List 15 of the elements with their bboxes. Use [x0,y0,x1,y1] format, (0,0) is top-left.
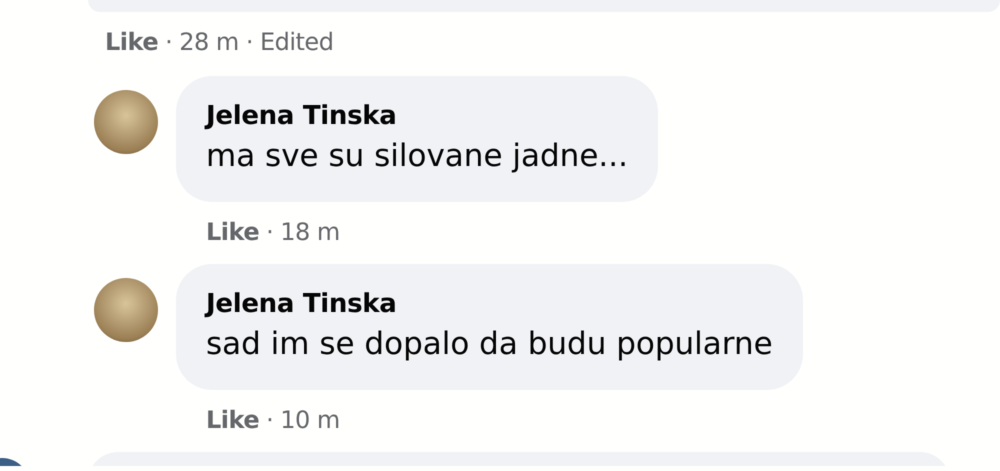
comment-time: 10 m [280,406,340,434]
comment-time: 28 m [179,28,239,56]
like-link[interactable]: Like [206,406,260,434]
author-name[interactable]: Jelena Tinska [206,286,773,322]
like-link[interactable]: Like [105,28,158,56]
separator-dot: · [246,28,253,56]
separator-dot: · [266,218,274,246]
edited-label: Edited [260,28,334,56]
separator-dot: · [266,406,274,434]
separator-dot: · [165,28,172,56]
author-name[interactable]: Jelena Tinska [206,98,628,134]
like-link[interactable]: Like [206,218,260,246]
comment-text: sad im se dopalo da budu popularne [206,325,773,364]
comment-text: ma sve su silovane jadne... [206,137,628,176]
comment-time: 18 m [280,218,340,246]
